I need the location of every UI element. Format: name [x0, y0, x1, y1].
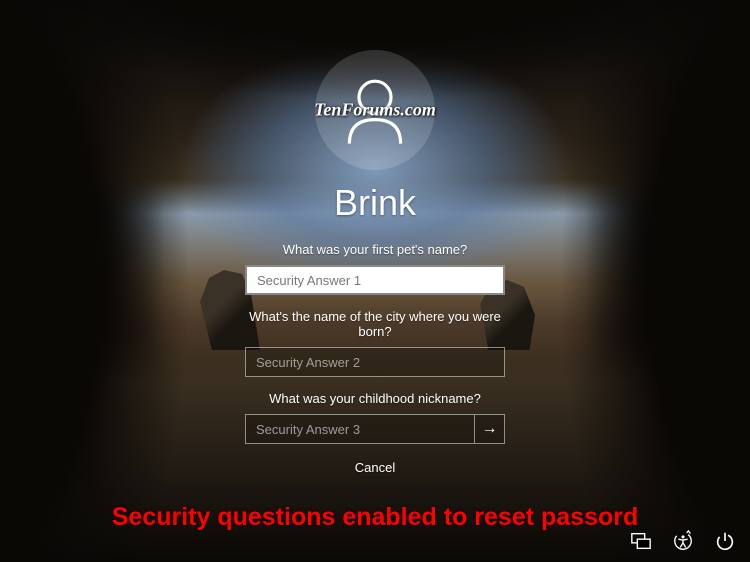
power-icon [714, 530, 736, 552]
power-button[interactable] [714, 530, 736, 552]
arrow-right-icon: → [482, 420, 498, 438]
login-panel: TenForums.com Brink What was your first … [0, 0, 750, 562]
security-answer-2-input[interactable] [245, 347, 505, 377]
security-answer-3-input[interactable] [245, 414, 475, 444]
network-icon [630, 530, 652, 552]
ease-of-access-button[interactable] [672, 530, 694, 552]
system-buttons-tray [630, 530, 736, 552]
ease-of-access-icon [672, 530, 694, 552]
user-avatar: TenForums.com [315, 50, 435, 170]
watermark-text: TenForums.com [314, 100, 436, 121]
username-label: Brink [334, 182, 416, 224]
network-button[interactable] [630, 530, 652, 552]
security-question-3: What was your childhood nickname? [269, 391, 481, 406]
submit-button[interactable]: → [475, 414, 505, 444]
annotation-caption: Security questions enabled to reset pass… [0, 503, 750, 532]
security-answer-1-input[interactable] [245, 265, 505, 295]
security-question-2: What's the name of the city where you we… [235, 309, 515, 339]
cancel-button[interactable]: Cancel [355, 460, 395, 475]
security-question-1: What was your first pet's name? [283, 242, 468, 257]
